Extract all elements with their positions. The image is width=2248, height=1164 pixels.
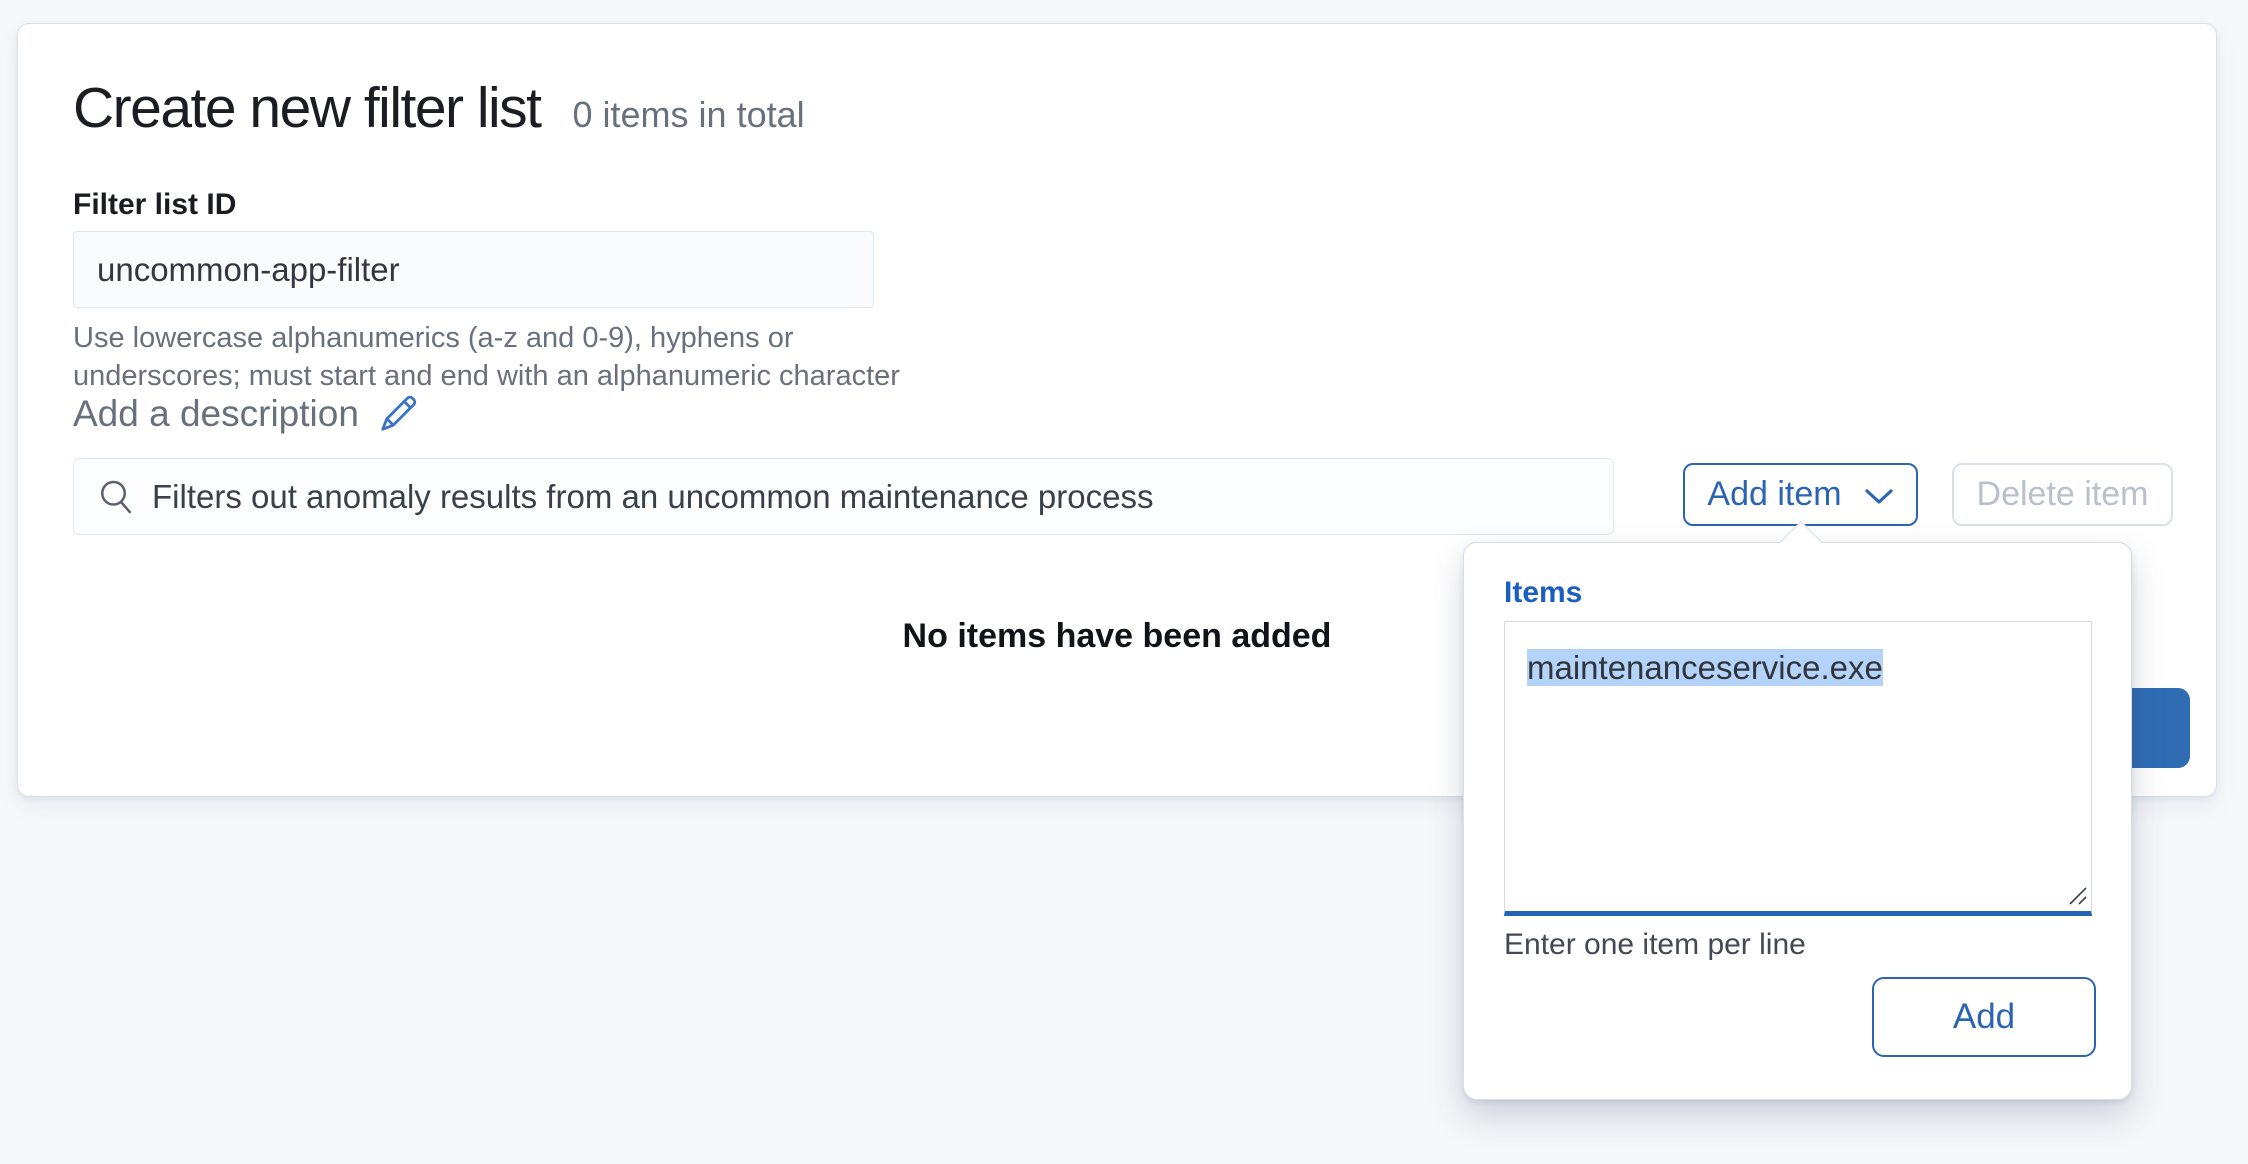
- add-button-label: Add: [1952, 997, 2016, 1036]
- add-item-button[interactable]: Add item: [1683, 463, 1918, 526]
- items-label: Items: [1504, 576, 1583, 609]
- delete-item-button-label: Delete item: [1976, 475, 2149, 513]
- add-description-label[interactable]: Add a description: [73, 393, 359, 435]
- add-description-link[interactable]: Add a description: [73, 393, 417, 435]
- item-count-badge: 0 items in total: [572, 94, 805, 135]
- resize-handle-icon[interactable]: [2062, 880, 2088, 906]
- filter-list-id-input[interactable]: [73, 231, 874, 308]
- items-textarea-selected-text: maintenanceservice.exe: [1527, 649, 1883, 686]
- search-icon: [101, 480, 131, 513]
- filter-list-id-label: Filter list ID: [73, 188, 237, 221]
- items-textarea[interactable]: maintenanceservice.exe: [1504, 621, 2092, 916]
- page-title: Create new filter list: [73, 76, 542, 140]
- chevron-down-icon: [1864, 488, 1893, 504]
- page-header: Create new filter list 0 items in total: [73, 75, 805, 141]
- items-help-text: Enter one item per line: [1504, 928, 1806, 961]
- description-search-bar: [73, 458, 1614, 535]
- delete-item-button[interactable]: Delete item: [1952, 463, 2173, 526]
- description-search-input[interactable]: [136, 459, 1613, 534]
- add-item-popover: Items maintenanceservice.exe Enter one i…: [1463, 520, 2132, 1100]
- add-item-button-label: Add item: [1707, 475, 1842, 513]
- filter-list-id-help: Use lowercase alphanumerics (a-z and 0-9…: [73, 322, 900, 392]
- pencil-icon[interactable]: [379, 395, 417, 433]
- add-button[interactable]: Add: [1872, 977, 2096, 1057]
